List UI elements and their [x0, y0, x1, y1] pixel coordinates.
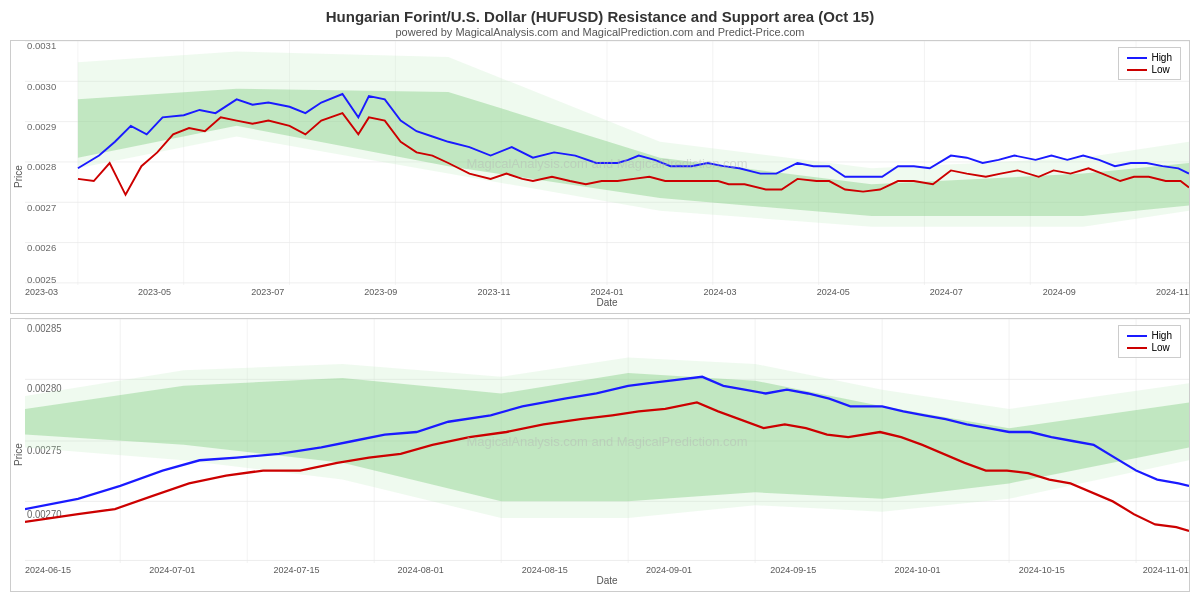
svg-text:0.0025: 0.0025 — [27, 274, 56, 285]
top-x-tick: 2024-07 — [930, 287, 963, 297]
bottom-x-tick: 2024-09-01 — [646, 565, 692, 575]
subtitle: powered by MagicalAnalysis.com and Magic… — [10, 26, 1190, 38]
top-x-ticks: 2023-03 2023-05 2023-07 2023-09 2023-11 … — [25, 285, 1189, 297]
bottom-x-ticks: 2024-06-15 2024-07-01 2024-07-15 2024-08… — [25, 563, 1189, 575]
top-chart-inner: High Low MagicalAnalysis.com and Magical… — [25, 41, 1189, 313]
svg-text:0.0029: 0.0029 — [27, 121, 56, 132]
bottom-chart-legend: High Low — [1118, 325, 1181, 358]
top-x-tick: 2024-11 — [1156, 287, 1189, 297]
top-high-line-indicator — [1127, 57, 1147, 59]
bottom-x-tick: 2024-10-01 — [894, 565, 940, 575]
bottom-x-tick: 2024-08-15 — [522, 565, 568, 575]
svg-text:0.0027: 0.0027 — [27, 202, 56, 213]
top-x-tick: 2023-05 — [138, 287, 171, 297]
top-x-axis-area: 2023-03 2023-05 2023-07 2023-09 2023-11 … — [25, 285, 1189, 313]
bottom-chart-panel: Price High Low MagicalAnalysis. — [10, 318, 1190, 592]
svg-text:0.0028: 0.0028 — [27, 161, 56, 172]
page-container: Hungarian Forint/U.S. Dollar (HUFUSD) Re… — [0, 0, 1200, 600]
top-x-tick: 2024-09 — [1043, 287, 1076, 297]
top-x-tick: 2023-03 — [25, 287, 58, 297]
bottom-chart-inner: High Low MagicalAnalysis.com and Magical… — [25, 319, 1189, 591]
bottom-x-axis-area: 2024-06-15 2024-07-01 2024-07-15 2024-08… — [25, 563, 1189, 591]
bottom-y-axis-label: Price — [11, 319, 25, 591]
bottom-x-tick: 2024-07-15 — [273, 565, 319, 575]
top-legend-high: High — [1127, 52, 1172, 63]
bottom-x-tick: 2024-11-01 — [1143, 565, 1189, 575]
bottom-x-tick: 2024-09-15 — [770, 565, 816, 575]
bottom-x-axis-label: Date — [25, 575, 1189, 586]
bottom-legend-low: Low — [1127, 342, 1172, 353]
top-low-label: Low — [1151, 64, 1169, 75]
top-x-tick: 2023-07 — [251, 287, 284, 297]
bottom-x-tick: 2024-08-01 — [398, 565, 444, 575]
charts-wrapper: Price High Low MagicalAnalysis. — [10, 40, 1190, 592]
bottom-x-tick: 2024-10-15 — [1019, 565, 1065, 575]
bottom-low-label: Low — [1151, 342, 1169, 353]
svg-text:0.0026: 0.0026 — [27, 242, 56, 253]
top-chart-legend: High Low — [1118, 47, 1181, 80]
top-x-tick: 2023-11 — [477, 287, 510, 297]
top-x-tick: 2023-09 — [364, 287, 397, 297]
main-title: Hungarian Forint/U.S. Dollar (HUFUSD) Re… — [10, 8, 1190, 25]
svg-text:0.0030: 0.0030 — [27, 81, 56, 92]
top-chart-svg-area: High Low MagicalAnalysis.com and Magical… — [25, 41, 1189, 285]
bottom-legend-high: High — [1127, 330, 1172, 341]
bottom-chart-svg-area: High Low MagicalAnalysis.com and Magical… — [25, 319, 1189, 563]
svg-text:0.00285: 0.00285 — [27, 321, 61, 334]
top-x-tick: 2024-01 — [590, 287, 623, 297]
bottom-high-label: High — [1151, 330, 1172, 341]
top-x-tick: 2024-03 — [704, 287, 737, 297]
top-y-axis-label: Price — [11, 41, 25, 313]
bottom-x-tick: 2024-07-01 — [149, 565, 195, 575]
top-x-axis-label: Date — [25, 297, 1189, 308]
svg-text:0.0031: 0.0031 — [27, 41, 56, 51]
top-low-line-indicator — [1127, 69, 1147, 71]
top-high-label: High — [1151, 52, 1172, 63]
bottom-low-line-indicator — [1127, 347, 1147, 349]
top-x-tick: 2024-05 — [817, 287, 850, 297]
top-chart-panel: Price High Low MagicalAnalysis. — [10, 40, 1190, 314]
top-legend-low: Low — [1127, 64, 1172, 75]
bottom-high-line-indicator — [1127, 335, 1147, 337]
header: Hungarian Forint/U.S. Dollar (HUFUSD) Re… — [10, 8, 1190, 38]
bottom-x-tick: 2024-06-15 — [25, 565, 71, 575]
